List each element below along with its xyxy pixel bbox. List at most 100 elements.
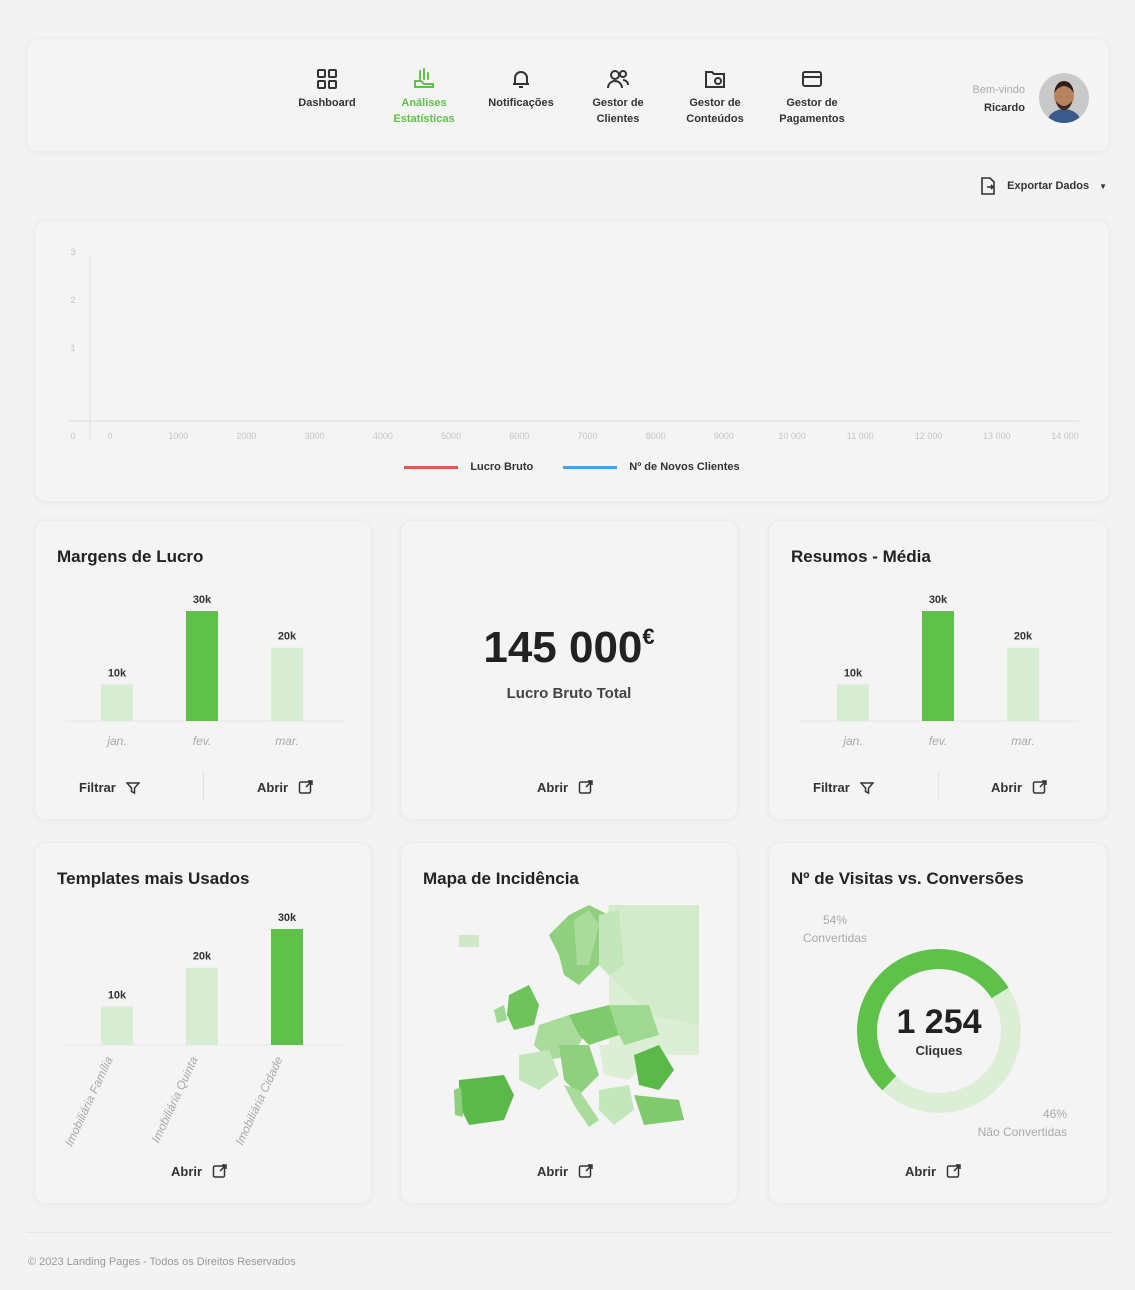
nav-payments[interactable]: Gestor de Pagamentos [766, 67, 858, 127]
open-button[interactable]: Abrir [905, 1163, 962, 1179]
legend-swatch [563, 465, 618, 469]
bar[interactable] [837, 684, 869, 721]
x-tick-label: 1000 [168, 431, 188, 441]
folder-gear-icon [705, 71, 725, 88]
card-title: Margens de Lucro [57, 547, 204, 566]
x-tick-label: 2000 [236, 431, 256, 441]
summary-bar-chart: 10k jan. 30k fev. 20k mar. [799, 594, 1079, 748]
currency-symbol: € [642, 624, 655, 649]
open-label: Abrir [905, 1163, 937, 1179]
bar-value-label: 10k [108, 667, 127, 679]
bar-value-label: 30k [193, 594, 212, 606]
bell-icon [513, 71, 529, 88]
x-tick-label: 7000 [577, 431, 597, 441]
y-tick-label: 2 [70, 295, 75, 305]
category-label: fev. [193, 734, 211, 748]
bar-value-label: 20k [193, 951, 212, 963]
nav-label: Gestor de Pagamentos [779, 97, 845, 125]
category-label: Imobiliária Família [62, 1054, 116, 1148]
open-button[interactable]: Abrir [171, 1163, 228, 1179]
nav-statistics[interactable]: Análises Estatísticas [378, 67, 470, 127]
divider [938, 771, 939, 801]
footer-divider [26, 1232, 1112, 1233]
profit-margins-bar-chart: 10k jan. 30k fev. 20k mar. [65, 594, 345, 748]
nav-label: Gestor de Clientes [592, 97, 644, 125]
gross-profit-label: Lucro Bruto Total [506, 685, 632, 702]
chevron-down-icon: ▼ [1099, 181, 1107, 191]
nav-dashboard[interactable]: Dashboard [281, 67, 373, 111]
not-converted-percent: 46% [1042, 1107, 1067, 1121]
bar[interactable] [186, 611, 218, 721]
x-tick-label: 6000 [509, 431, 529, 441]
x-tick-label: 3000 [305, 431, 325, 441]
nav-label: Notificações [488, 97, 554, 109]
nav-label: Dashboard [298, 97, 356, 109]
open-button[interactable]: Abrir [991, 779, 1048, 795]
profit-margins-card: Margens de Lucro 10k jan. 30k fev. 20k mar. F… [34, 520, 372, 820]
bar[interactable] [271, 647, 303, 721]
legend-item-new-clients[interactable]: Nº de Novos Clientes [563, 461, 740, 473]
europe-heat-map[interactable] [449, 905, 699, 1145]
open-label: Abrir [257, 779, 289, 795]
export-label: Exportar Dados [1007, 180, 1090, 192]
clicks-label: Cliques [915, 1043, 963, 1058]
bar-value-label: 10k [108, 989, 127, 1001]
category-label: Imobiliária Quinta [149, 1054, 201, 1145]
summary-average-card: Resumos - Média 10k jan. 30k fev. 20k mar. Fi… [768, 520, 1108, 820]
bar-value-label: 30k [929, 594, 948, 606]
x-tick-label: 0 [107, 431, 112, 441]
external-link-icon [298, 780, 313, 794]
legend-item-gross-profit[interactable]: Lucro Bruto [404, 461, 533, 473]
open-button[interactable]: Abrir [257, 779, 314, 795]
nav-contents[interactable]: Gestor de Conteúdos [669, 67, 761, 127]
card-title: Resumos - Média [791, 547, 931, 566]
y-tick-label: 1 [70, 343, 75, 353]
file-export-icon [981, 177, 995, 195]
filter-label: Filtrar [813, 780, 850, 795]
top-templates-card: Templates mais Usados 10k Imobiliária Fam… [34, 842, 372, 1204]
open-button[interactable]: Abrir [537, 779, 594, 795]
filter-label: Filtrar [79, 780, 116, 795]
bar[interactable] [271, 929, 303, 1045]
filter-icon [125, 781, 140, 794]
category-label: mar. [275, 734, 299, 748]
bar-value-label: 10k [844, 667, 863, 679]
footer-copyright: © 2023 Landing Pages - Todos os Direitos… [28, 1256, 296, 1268]
x-tick-label: 12 000 [915, 431, 943, 441]
open-label: Abrir [537, 779, 569, 795]
card-icon [802, 71, 822, 87]
external-link-icon [1032, 780, 1047, 794]
export-data-button[interactable]: Exportar Dados ▼ [979, 176, 1107, 196]
visits-conversions-card: Nº de Visitas vs. Conversões 54% Convert… [768, 842, 1108, 1204]
bar-value-label: 30k [278, 912, 297, 924]
nav-clients[interactable]: Gestor de Clientes [572, 67, 664, 127]
greeting-text: Bem-vindo [972, 84, 1025, 96]
gross-profit-total-card: 145 000€ Lucro Bruto Total Abrir [400, 520, 738, 820]
x-tick-label: 5000 [441, 431, 461, 441]
y-tick-label: 0 [70, 431, 75, 441]
bar[interactable] [186, 967, 218, 1045]
y-tick-label: 3 [70, 247, 75, 257]
legend-label: Nº de Novos Clientes [629, 461, 740, 473]
not-converted-label: Não Convertidas [977, 1125, 1067, 1139]
main-line-chart: 0 1000 2000 3000 4000 5000 6000 7000 8000 9000 10 … [34, 220, 1110, 502]
open-button[interactable]: Abrir [537, 1163, 594, 1179]
bar[interactable] [101, 684, 133, 721]
bar[interactable] [922, 611, 954, 721]
bar-value-label: 20k [1014, 631, 1033, 643]
bar[interactable] [101, 1006, 133, 1045]
avatar[interactable] [1039, 73, 1089, 123]
category-label: mar. [1011, 734, 1035, 748]
nav-notifications[interactable]: Notificações [475, 67, 567, 111]
grid-icon [317, 69, 337, 89]
x-tick-label: 10 000 [778, 431, 806, 441]
external-link-icon [946, 1164, 961, 1178]
legend-label: Lucro Bruto [470, 461, 534, 473]
templates-bar-chart: 10k Imobiliária Família 20k Imobiliária Qui… [62, 912, 345, 1149]
avatar-image [1039, 73, 1089, 123]
bar[interactable] [1007, 647, 1039, 721]
filter-button[interactable]: Filtrar [813, 780, 874, 795]
external-link-icon [212, 1164, 227, 1178]
filter-button[interactable]: Filtrar [79, 780, 140, 795]
open-label: Abrir [171, 1163, 203, 1179]
